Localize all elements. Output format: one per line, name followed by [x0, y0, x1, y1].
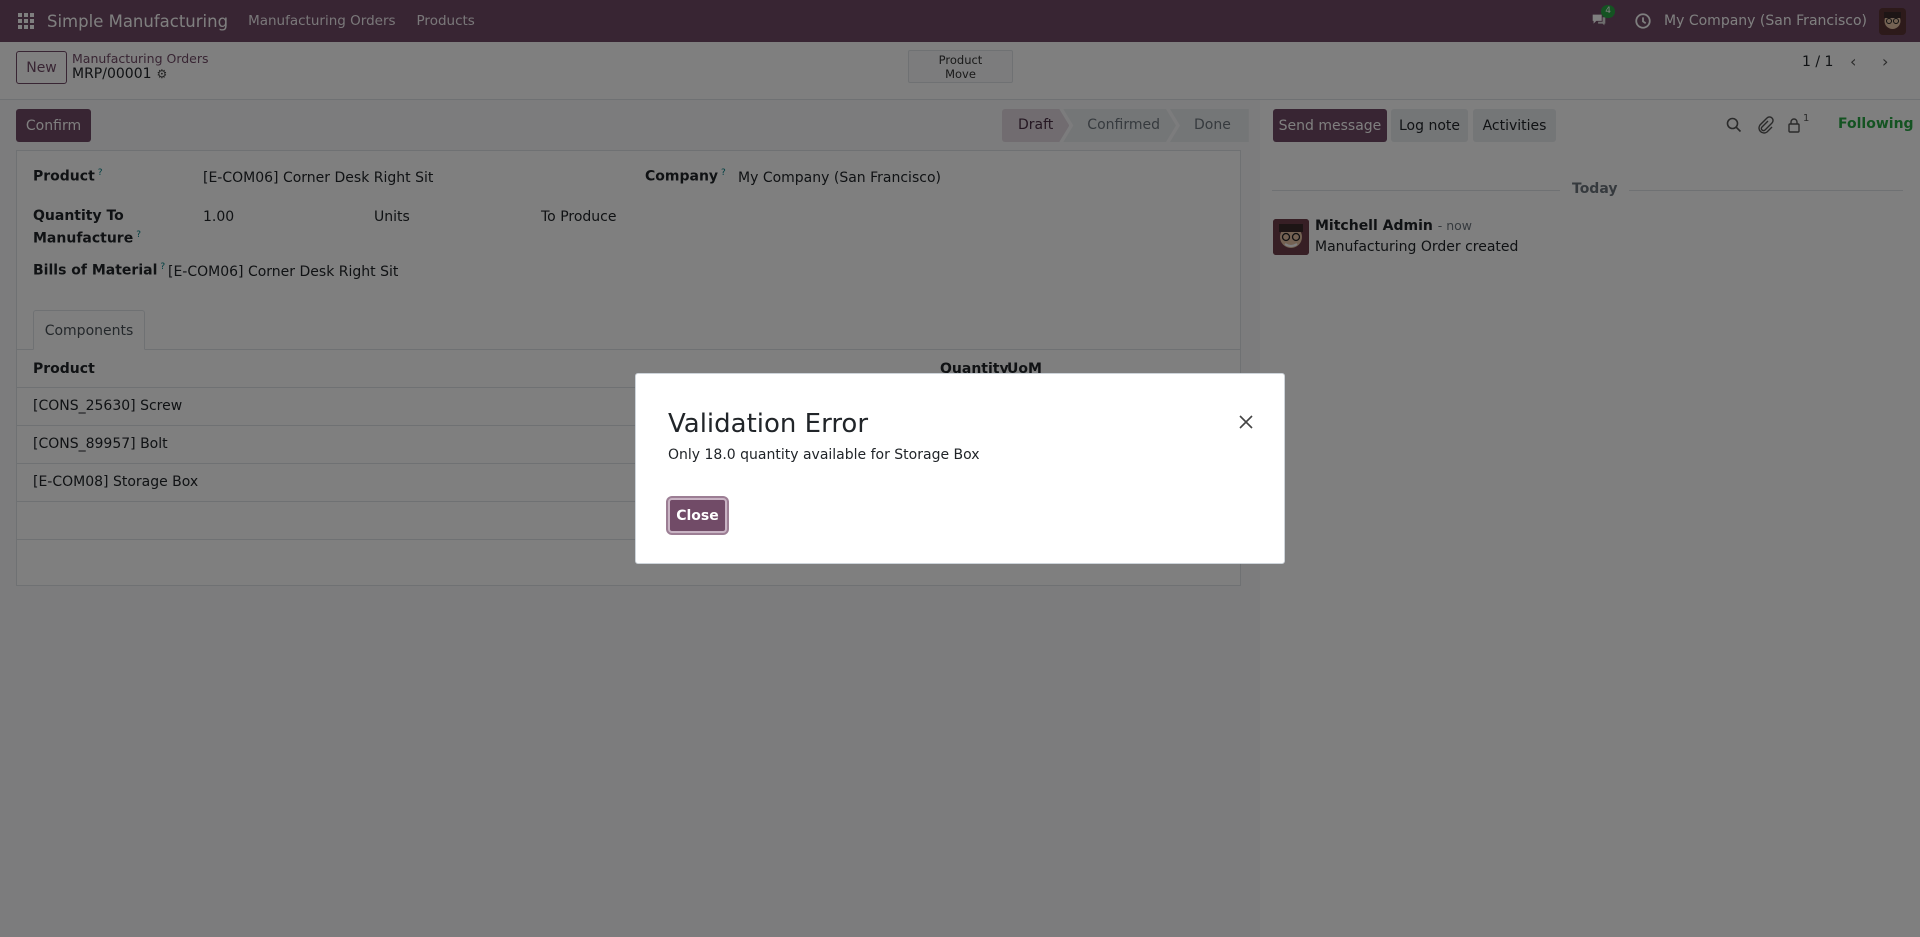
close-button[interactable]: Close	[668, 498, 727, 533]
dialog-message: Only 18.0 quantity available for Storage…	[668, 447, 980, 463]
close-icon[interactable]	[1234, 410, 1258, 434]
dialog-title: Validation Error	[668, 409, 869, 439]
validation-error-dialog: Validation Error Only 18.0 quantity avai…	[635, 373, 1285, 564]
